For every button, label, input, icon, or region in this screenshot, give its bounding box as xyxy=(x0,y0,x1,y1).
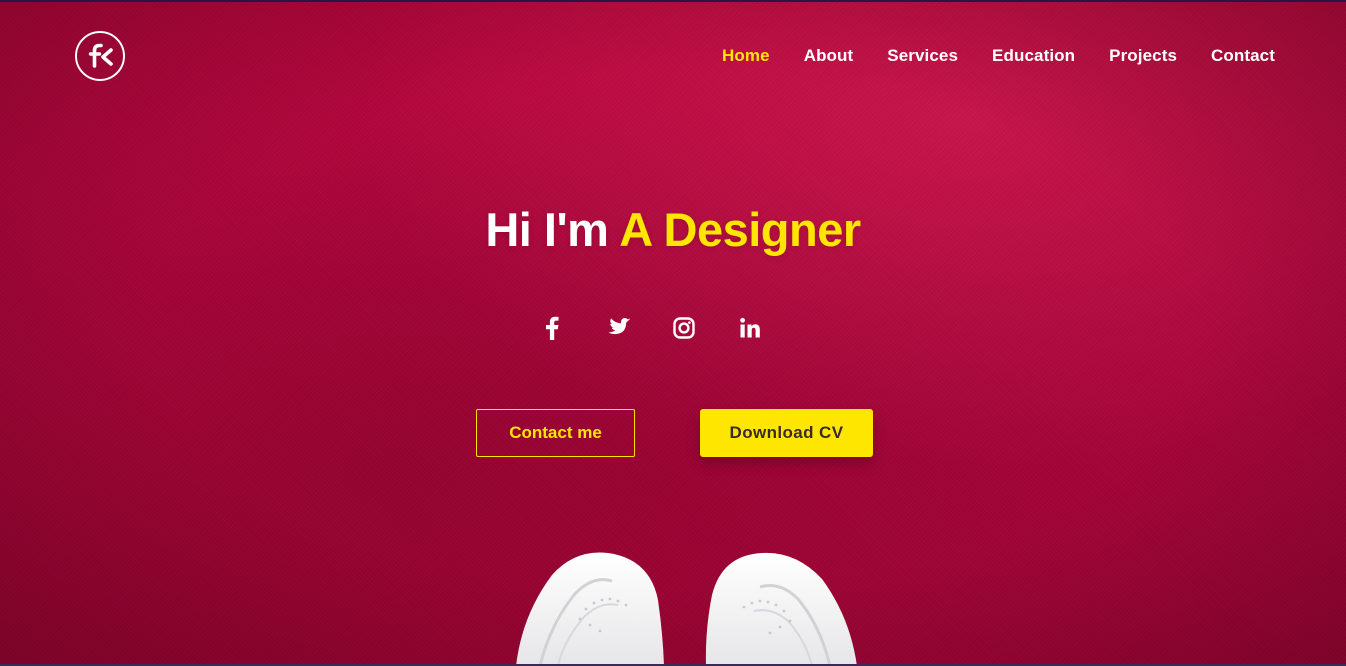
nav-item-projects[interactable]: Projects xyxy=(1109,44,1177,68)
headline-accent: A Designer xyxy=(619,203,861,256)
nav-item-education[interactable]: Education xyxy=(992,44,1075,68)
logo-mark-icon xyxy=(88,43,113,68)
nav-item-home[interactable]: Home xyxy=(722,44,770,68)
headline-prefix: Hi I'm xyxy=(485,203,609,256)
facebook-icon[interactable] xyxy=(534,313,570,343)
download-cv-button[interactable]: Download CV xyxy=(700,409,873,457)
hero-headline: Hi I'm A Designer xyxy=(0,199,1346,261)
nav-item-about[interactable]: About xyxy=(804,44,854,68)
sneakers-illustration xyxy=(516,552,857,666)
instagram-icon[interactable] xyxy=(666,313,702,343)
hero-section: Home About Services Education Projects C… xyxy=(0,0,1346,666)
nav-item-services[interactable]: Services xyxy=(887,44,958,68)
contact-me-button[interactable]: Contact me xyxy=(476,409,635,457)
social-links xyxy=(534,313,768,343)
site-logo[interactable] xyxy=(75,31,125,81)
top-border xyxy=(0,0,1346,2)
linkedin-icon[interactable] xyxy=(732,313,768,343)
twitter-icon[interactable] xyxy=(600,313,636,343)
nav-item-contact[interactable]: Contact xyxy=(1211,44,1275,68)
main-nav: Home About Services Education Projects C… xyxy=(688,44,1275,68)
